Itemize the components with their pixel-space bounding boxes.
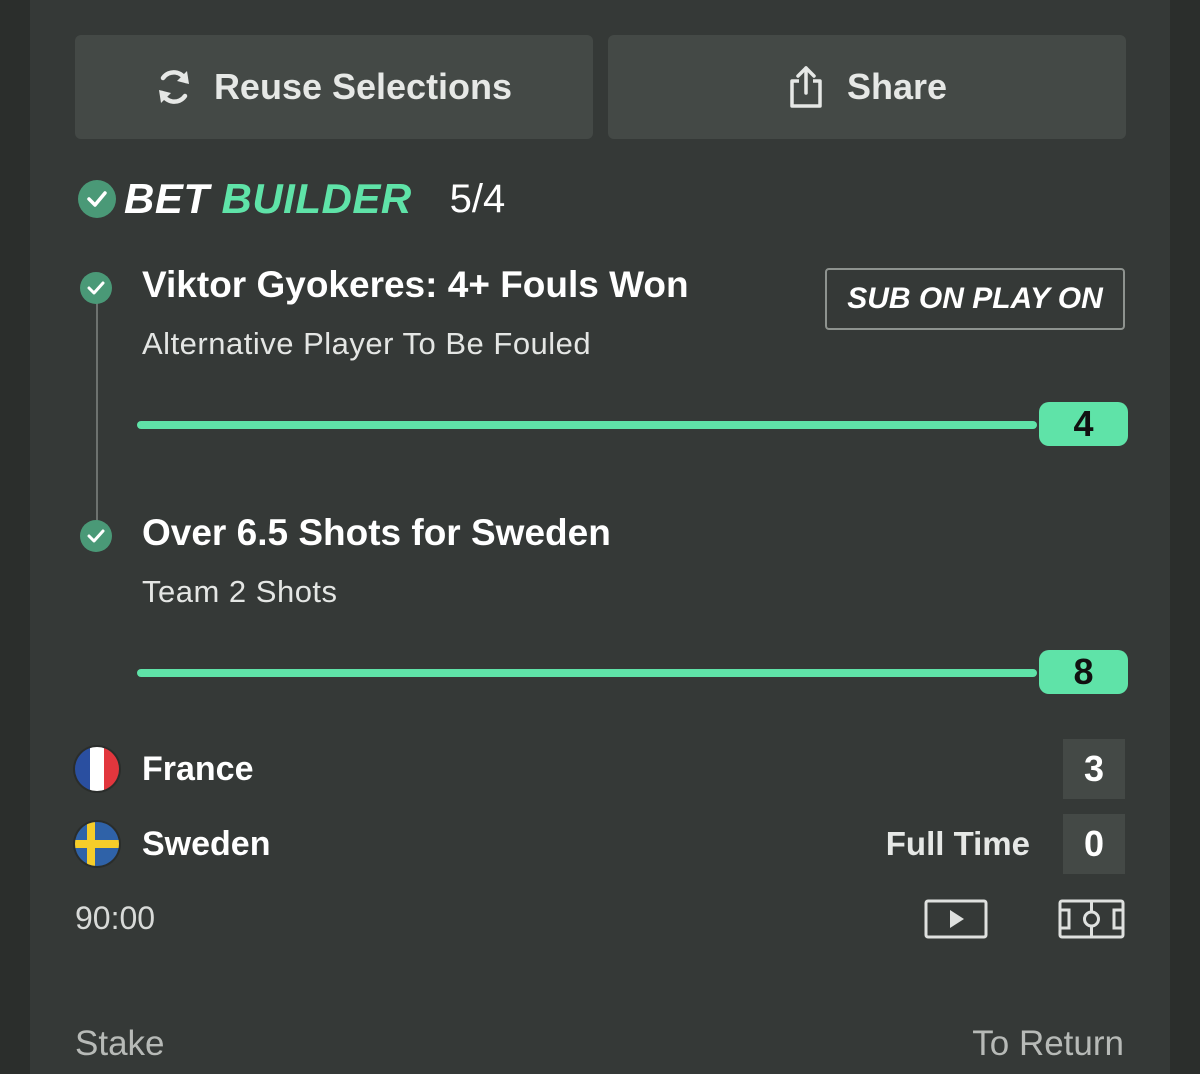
selection-title: Over 6.5 Shots for Sweden [142, 512, 611, 553]
slider-value-badge[interactable]: 8 [1039, 650, 1128, 694]
bet-builder-header: BET BUILDER 5/4 [78, 175, 506, 222]
home-score: 3 [1063, 739, 1125, 799]
selection-market: Alternative Player To Be Fouled [142, 326, 592, 361]
bet-builder-title-bet: BET [124, 175, 210, 222]
check-circle-icon [80, 272, 112, 304]
reuse-selections-button[interactable]: Reuse Selections [75, 35, 593, 139]
match-status: Full Time [885, 825, 1030, 862]
to-return-label: To Return [972, 1024, 1124, 1063]
share-icon [787, 65, 825, 109]
slider-value-badge[interactable]: 4 [1039, 402, 1128, 446]
slider-track [137, 421, 1037, 429]
share-button[interactable]: Share [608, 35, 1126, 139]
selection-market: Team 2 Shots [142, 574, 338, 609]
bet-builder-title-builder: BUILDER [221, 175, 412, 222]
check-circle-icon [78, 180, 116, 218]
selection-title: Viktor Gyokeres: 4+ Fouls Won [142, 264, 689, 305]
stake-label: Stake [75, 1024, 165, 1063]
pitch-view-icon[interactable] [1058, 899, 1125, 944]
france-flag-icon [75, 747, 119, 791]
slider-track [137, 669, 1037, 677]
away-team-name: Sweden [142, 825, 271, 863]
check-circle-icon [80, 520, 112, 552]
home-team-name: France [142, 750, 254, 788]
sub-on-play-on-badge: SUB ON PLAY ON [825, 268, 1125, 330]
play-video-icon[interactable] [924, 899, 988, 944]
reuse-selections-label: Reuse Selections [213, 66, 513, 107]
away-score: 0 [1063, 814, 1125, 874]
timeline-connector [96, 300, 98, 522]
sweden-flag-icon [75, 822, 119, 866]
share-label: Share [846, 66, 948, 107]
refresh-icon [156, 67, 192, 107]
match-clock: 90:00 [75, 900, 156, 936]
bet-odds: 5/4 [449, 176, 506, 221]
